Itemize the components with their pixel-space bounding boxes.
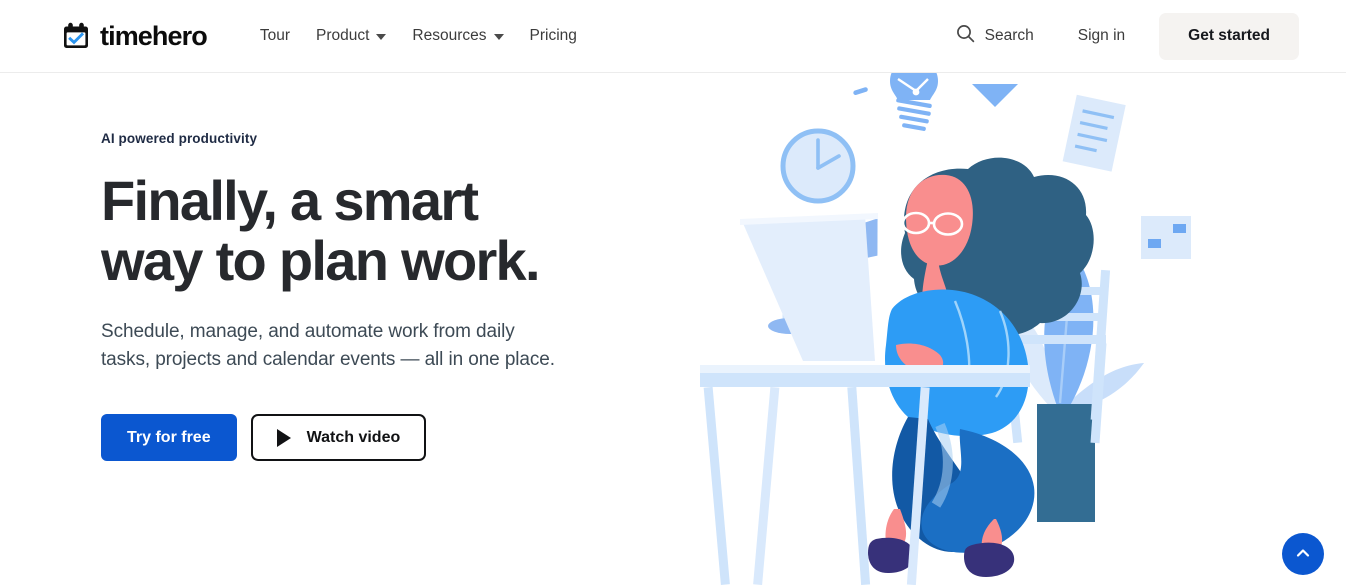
header-actions: Search Sign in Get started <box>948 12 1299 60</box>
chevron-down-icon <box>376 34 387 40</box>
search-button[interactable]: Search <box>948 18 1042 54</box>
nav-item-tour[interactable]: Tour <box>260 21 303 51</box>
watch-video-button[interactable]: Watch video <box>250 414 427 462</box>
nav-item-label: Product <box>315 27 370 44</box>
try-for-free-button[interactable]: Try for free <box>101 414 237 462</box>
calendar-check-icon <box>61 21 91 51</box>
logo-text: timehero <box>100 20 208 51</box>
site-header: timehero Tour Product Resources Pricing … <box>0 0 1346 73</box>
nav-item-pricing[interactable]: Pricing <box>517 21 590 51</box>
nav-item-product[interactable]: Product <box>303 21 399 51</box>
search-icon <box>956 24 975 48</box>
chevron-up-icon <box>1294 544 1312 565</box>
hero-eyebrow: AI powered productivity <box>101 131 258 146</box>
hero-copy: AI powered productivity Finally, a smart… <box>101 131 661 462</box>
chevron-down-icon <box>493 34 504 40</box>
watch-video-label: Watch video <box>306 428 401 446</box>
wall-clock-icon <box>780 128 856 204</box>
page-title: Finally, a smart way to plan work. <box>101 169 541 292</box>
hero-subtitle: Schedule, manage, and automate work from… <box>101 320 555 370</box>
sign-in-link[interactable]: Sign in <box>1068 21 1135 51</box>
shoe-front <box>964 542 1015 577</box>
chart-card <box>1141 216 1191 259</box>
nav-item-label: Pricing <box>529 27 577 44</box>
woman-working-at-desk-illustration <box>700 73 1346 585</box>
nav-item-label: Resources <box>412 27 487 44</box>
hero-section: AI powered productivity Finally, a smart… <box>0 73 1346 585</box>
lightbulb-icon <box>853 73 938 131</box>
logo-link[interactable]: timehero <box>61 20 208 51</box>
get-started-button[interactable]: Get started <box>1159 12 1299 60</box>
scroll-to-top-button[interactable] <box>1282 533 1324 575</box>
nav-item-label: Tour <box>259 27 290 44</box>
shoe-back <box>868 537 915 573</box>
nav-item-resources[interactable]: Resources <box>399 21 516 51</box>
main-nav: Tour Product Resources Pricing <box>260 21 590 51</box>
triangle-shape <box>972 84 1018 107</box>
hero-cta-row: Try for free Watch video <box>101 414 661 462</box>
document-page <box>1062 94 1126 172</box>
play-icon <box>276 428 291 447</box>
search-label: Search <box>984 27 1034 44</box>
